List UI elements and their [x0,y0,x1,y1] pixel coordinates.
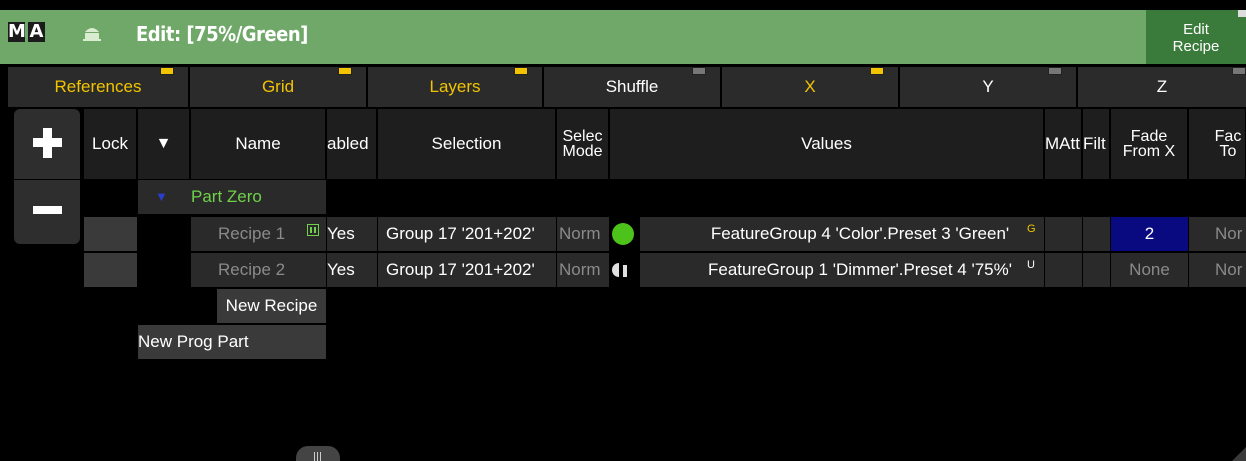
ma-logo: MA [8,21,45,42]
value-tag: U [1027,259,1035,271]
dimmer-preset-icon [612,263,627,277]
fade-to-cell[interactable]: Nor [1189,253,1246,287]
selection-cell[interactable]: Group 17 '201+202' [378,253,556,287]
window-title: Edit: [75%/Green] [136,22,308,46]
tab-indicator-icon [338,67,352,75]
add-button[interactable] [14,109,80,179]
select-mode-cell[interactable]: Norm [557,217,609,251]
dome-icon[interactable] [82,24,102,42]
edit-recipe-button[interactable]: Edit Recipe [1146,10,1246,64]
new-prog-part-button[interactable]: New Prog Part [138,325,326,359]
tab-x[interactable]: X [722,67,900,107]
fade-to-cell[interactable]: Nor [1189,217,1246,251]
tab-layers[interactable]: Layers [368,67,544,107]
new-recipe-button[interactable]: New Recipe [217,289,326,323]
col-header-matt[interactable]: MAtt [1045,109,1082,179]
lock-cell[interactable] [84,253,137,287]
col-header-values[interactable]: Values [610,109,1044,179]
selection-cell[interactable]: Group 17 '201+202' [378,217,556,251]
corner-indicator-icon [1238,10,1246,17]
tab-indicator-icon [870,67,884,75]
filt-cell[interactable] [1083,253,1110,287]
enabled-cell[interactable]: Yes [327,217,377,251]
col-header-fade-to[interactable]: Fac To [1189,109,1246,179]
enabled-cell[interactable]: Yes [327,253,377,287]
minus-icon [33,206,62,214]
fade-from-cell[interactable]: None [1111,253,1188,287]
window: MA Edit: [75%/Green] Edit Recipe Referen… [0,0,1246,461]
col-header-enabled[interactable]: abled [327,109,377,179]
col-header-name[interactable]: Name [191,109,326,179]
expand-arrow-icon[interactable]: ▼ [155,180,175,214]
value-tag: G [1027,223,1036,235]
tab-indicator-icon [692,67,706,75]
remove-button[interactable] [14,180,80,244]
tab-indicator-icon [160,67,174,75]
color-preset-icon [612,223,634,245]
recipe-name[interactable]: Recipe 2 [191,253,326,287]
tab-bar: References Grid Layers Shuffle X Y Z [8,67,1246,107]
values-cell[interactable]: FeatureGroup 1 'Dimmer'.Preset 4 '75%' [640,253,1044,287]
matt-cell[interactable] [1045,217,1082,251]
col-header-fade-from[interactable]: Fade From X [1111,109,1188,179]
values-cell[interactable]: FeatureGroup 4 'Color'.Preset 3 'Green' [640,217,1044,251]
recipe-grid-icon [307,224,319,236]
scroll-handle[interactable] [296,446,340,461]
tab-indicator-icon [1048,67,1062,75]
col-header-sort[interactable]: ▼ [138,109,190,179]
tab-z[interactable]: Z [1078,67,1246,107]
tab-indicator-icon [1232,67,1246,75]
col-header-lock[interactable]: Lock [84,109,137,179]
filt-cell[interactable] [1083,217,1110,251]
tab-grid[interactable]: Grid [190,67,368,107]
tab-indicator-icon [514,67,528,75]
tab-references[interactable]: References [8,67,190,107]
select-mode-cell[interactable]: Norm [557,253,609,287]
lock-cell[interactable] [84,217,137,251]
col-header-select-mode[interactable]: Selec Mode [557,109,609,179]
tab-shuffle[interactable]: Shuffle [544,67,722,107]
tab-y[interactable]: Y [900,67,1078,107]
col-header-filt[interactable]: Filt [1083,109,1110,179]
recipe-name[interactable]: Recipe 1 [191,217,326,251]
part-name: Part Zero [191,187,262,206]
matt-cell[interactable] [1045,253,1082,287]
fade-from-cell[interactable]: 2 [1111,217,1188,251]
resize-corner-icon[interactable] [1232,447,1246,461]
col-header-selection[interactable]: Selection [378,109,556,179]
